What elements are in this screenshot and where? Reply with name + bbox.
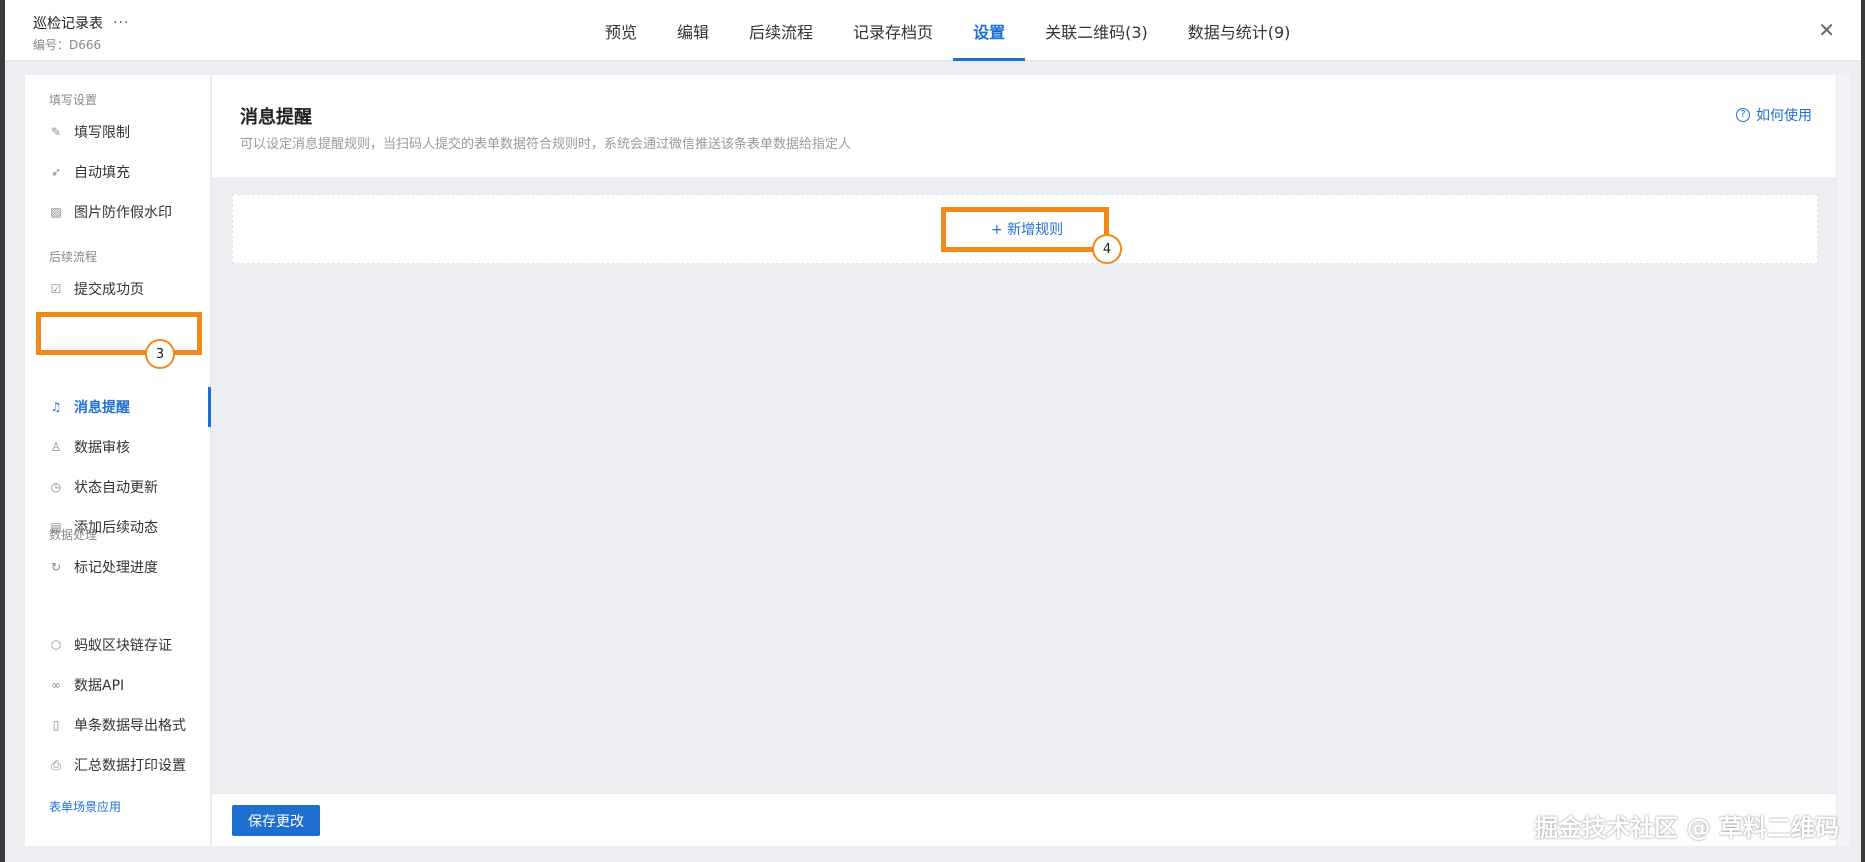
sidebar-item-label: 数据API: [74, 678, 125, 694]
sidebar-item-fill-limit[interactable]: ✎ 填写限制: [25, 114, 211, 150]
sidebar-item-label: 填写限制: [74, 125, 130, 141]
scrollbar[interactable]: [1838, 75, 1850, 846]
page-title: 消息提醒: [240, 107, 312, 128]
scene-app-link[interactable]: 表单场景应用: [49, 798, 121, 815]
active-indicator: [208, 387, 211, 427]
group-label-data: 数据处理: [49, 528, 98, 542]
tab-preview[interactable]: 预览: [585, 0, 657, 61]
tab-stats[interactable]: 数据与统计(9): [1168, 0, 1311, 61]
group-label-followup: 后续流程: [49, 250, 98, 264]
sidebar-item-auto-status[interactable]: ◷ 状态自动更新: [25, 469, 211, 505]
step-badge-4: 4: [1092, 234, 1122, 264]
edit-icon: ✎: [50, 125, 62, 139]
sidebar-item-label: 单条数据导出格式: [74, 718, 186, 734]
save-button[interactable]: 保存更改: [232, 805, 320, 836]
sidebar-item-data-api[interactable]: ∞ 数据API: [25, 667, 211, 703]
sidebar-item-notification[interactable]: ♫ 消息提醒: [25, 389, 211, 425]
link-icon: ∞: [51, 678, 61, 692]
watermark: 掘金技术社区 @ 草料二维码: [1534, 814, 1839, 842]
step-badge-3: 3: [145, 339, 175, 369]
tab-followup[interactable]: 后续流程: [729, 0, 833, 61]
sidebar-item-print-settings[interactable]: ⎙ 汇总数据打印设置: [25, 747, 211, 783]
printer-icon: ⎙: [51, 757, 61, 772]
doc-title: 巡检记录表: [33, 16, 103, 32]
clock-icon: ◷: [50, 480, 62, 494]
sidebar-item-label: 数据审核: [74, 440, 130, 456]
settings-sidebar: 填写设置 ✎ 填写限制 ➶ 自动填充 ▨ 图片防作假水印 后续流程 ☑ 提交成功…: [25, 75, 211, 846]
sidebar-item-watermark[interactable]: ▨ 图片防作假水印: [25, 194, 211, 230]
doc-title-row: 巡检记录表 ···: [33, 13, 129, 33]
check-doc-icon: ☑: [50, 282, 62, 296]
rocket-icon: ➶: [50, 165, 62, 179]
sidebar-item-label: 自动填充: [74, 165, 130, 181]
refresh-icon: ↻: [50, 560, 62, 574]
sidebar-item-autofill[interactable]: ➶ 自动填充: [25, 154, 211, 190]
sidebar-item-label: 蚂蚁区块链存证: [74, 638, 172, 654]
tab-archive[interactable]: 记录存档页: [833, 0, 953, 61]
close-icon[interactable]: ✕: [1818, 20, 1835, 40]
app-window: 巡检记录表 ··· 编号：D666 预览 编辑 后续流程 记录存档页 设置 关联…: [5, 0, 1861, 862]
sidebar-item-export-format[interactable]: ▯ 单条数据导出格式: [25, 707, 211, 743]
highlight-box-step3: [36, 312, 202, 355]
main-header: 消息提醒 可以设定消息提醒规则，当扫码人提交的表单数据符合规则时，系统会通过微信…: [212, 75, 1836, 177]
sidebar-item-success-page[interactable]: ☑ 提交成功页: [25, 271, 211, 307]
bell-icon: ♫: [50, 400, 62, 414]
tab-edit[interactable]: 编辑: [657, 0, 729, 61]
page-description: 可以设定消息提醒规则，当扫码人提交的表单数据符合规则时，系统会通过微信推送该条表…: [240, 137, 852, 152]
file-icon: ▯: [52, 718, 60, 732]
tab-settings[interactable]: 设置: [953, 0, 1026, 61]
sidebar-item-label: 状态自动更新: [74, 480, 158, 496]
image-icon: ▨: [50, 205, 62, 219]
help-link-label: 如何使用: [1756, 108, 1812, 124]
doc-id: 编号：D666: [33, 38, 102, 52]
tab-qrcodes[interactable]: 关联二维码(3): [1025, 0, 1168, 61]
tab-bar: 预览 编辑 后续流程 记录存档页 设置 关联二维码(3) 数据与统计(9): [585, 0, 1310, 61]
sidebar-item-review[interactable]: ♙ 数据审核: [25, 429, 211, 465]
question-icon: ?: [1736, 108, 1750, 122]
stamp-icon: ♙: [50, 440, 62, 454]
sidebar-item-progress[interactable]: ↻ 标记处理进度: [25, 549, 211, 585]
top-bar: 巡检记录表 ··· 编号：D666 预览 编辑 后续流程 记录存档页 设置 关联…: [5, 0, 1861, 61]
sidebar-item-label: 标记处理进度: [74, 560, 158, 576]
sidebar-item-label: 提交成功页: [74, 282, 144, 298]
sidebar-item-label: 消息提醒: [74, 400, 130, 416]
group-label-fill: 填写设置: [49, 93, 98, 107]
highlight-box-step4: [941, 207, 1109, 252]
blockchain-icon: ⬡: [50, 638, 62, 652]
sidebar-item-label: 汇总数据打印设置: [74, 758, 186, 774]
sidebar-item-blockchain[interactable]: ⬡ 蚂蚁区块链存证: [25, 627, 211, 663]
help-link[interactable]: ? 如何使用: [1736, 105, 1812, 125]
sidebar-item-label: 图片防作假水印: [74, 205, 172, 221]
more-icon[interactable]: ···: [113, 15, 129, 31]
